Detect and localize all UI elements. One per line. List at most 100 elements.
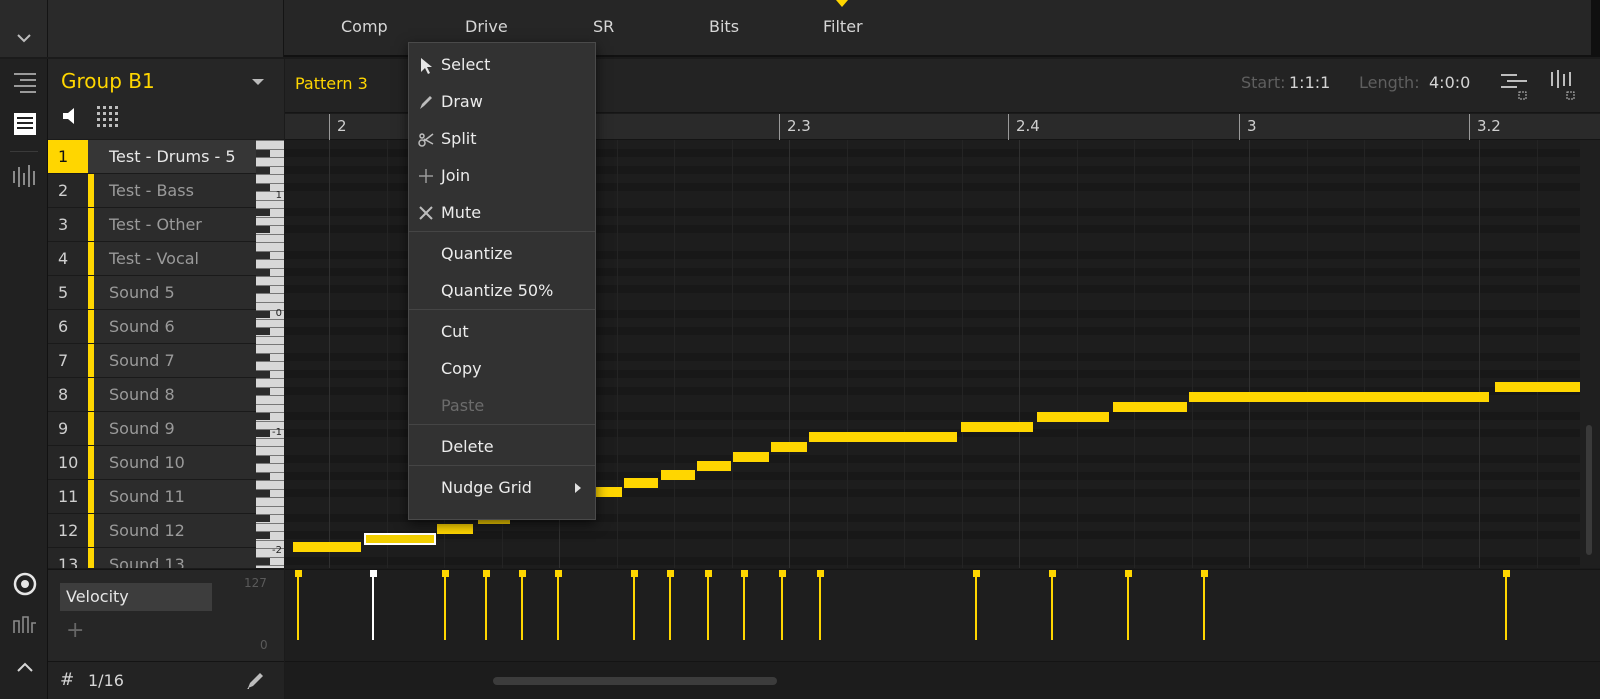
velocity-handle[interactable] — [1503, 570, 1510, 577]
midi-note[interactable] — [1113, 402, 1187, 412]
start-value[interactable]: 1:1:1 — [1289, 73, 1330, 92]
velocity-handle[interactable] — [370, 570, 377, 577]
chevron-down-icon[interactable] — [14, 30, 34, 46]
menu-item-copy[interactable]: Copy — [409, 351, 595, 387]
black-key[interactable] — [256, 209, 270, 216]
chevron-up-icon[interactable] — [12, 655, 38, 681]
sound-row[interactable]: 12 Sound 12 — [48, 514, 256, 548]
velocity-bar[interactable] — [1505, 574, 1507, 640]
tab-comp[interactable]: Comp — [341, 17, 388, 36]
sound-row[interactable]: 11 Sound 11 — [48, 480, 256, 514]
midi-note[interactable] — [624, 478, 658, 488]
midi-note[interactable] — [1037, 412, 1109, 422]
step-sequencer-icon[interactable] — [12, 611, 38, 637]
velocity-handle[interactable] — [779, 570, 786, 577]
midi-note[interactable] — [961, 422, 1033, 432]
menu-item-join[interactable]: Join — [409, 158, 595, 194]
velocity-handle[interactable] — [1049, 570, 1056, 577]
sound-row[interactable]: 6 Sound 6 — [48, 310, 256, 344]
velocity-handle[interactable] — [483, 570, 490, 577]
velocity-bar[interactable] — [1203, 574, 1205, 640]
midi-note[interactable] — [697, 461, 731, 471]
black-key[interactable] — [256, 387, 270, 395]
velocity-lane[interactable] — [285, 569, 1600, 661]
black-key[interactable] — [256, 183, 270, 191]
black-key[interactable] — [256, 532, 270, 539]
tab-filter[interactable]: Filter — [823, 17, 863, 36]
black-key[interactable] — [256, 166, 270, 174]
sound-row[interactable]: 5 Sound 5 — [48, 276, 256, 310]
group-name[interactable]: Group B1 — [61, 69, 155, 93]
menu-item-cut[interactable]: Cut — [409, 314, 595, 350]
velocity-bar[interactable] — [633, 574, 635, 640]
menu-item-split[interactable]: Split — [409, 121, 595, 157]
length-value[interactable]: 4:0:0 — [1429, 73, 1470, 92]
sound-row[interactable]: 1 Test - Drums - 5 — [48, 140, 256, 174]
sound-row[interactable]: 2 Test - Bass — [48, 174, 256, 208]
menu-item-quantize-50[interactable]: Quantize 50% — [409, 273, 595, 309]
midi-note[interactable] — [661, 470, 695, 480]
velocity-handle[interactable] — [555, 570, 562, 577]
horizontal-scroll-thumb[interactable] — [493, 677, 777, 685]
sound-row[interactable]: 9 Sound 9 — [48, 412, 256, 446]
black-key[interactable] — [256, 489, 270, 497]
velocity-bar[interactable] — [1127, 574, 1129, 640]
velocity-bar[interactable] — [669, 574, 671, 640]
menu-item-quantize[interactable]: Quantize — [409, 236, 595, 272]
fit-horizontal-icon[interactable] — [1499, 68, 1529, 100]
velocity-bar[interactable] — [521, 574, 523, 640]
pad-grid-icon[interactable] — [96, 105, 118, 127]
piano-keyboard[interactable]: 1 0 -1 -2 — [256, 140, 284, 568]
velocity-handle[interactable] — [295, 570, 302, 577]
sound-row[interactable]: 8 Sound 8 — [48, 378, 256, 412]
velocity-handle[interactable] — [973, 570, 980, 577]
sound-row[interactable]: 3 Test - Other — [48, 208, 256, 242]
midi-note[interactable] — [809, 432, 957, 442]
velocity-bar[interactable] — [485, 574, 487, 640]
black-key[interactable] — [256, 285, 270, 293]
midi-note[interactable] — [437, 524, 473, 534]
velocity-handle[interactable] — [442, 570, 449, 577]
velocity-bar[interactable] — [372, 574, 374, 640]
black-key[interactable] — [256, 370, 270, 378]
velocity-handle[interactable] — [817, 570, 824, 577]
selected-note[interactable] — [364, 533, 436, 545]
velocity-handle[interactable] — [741, 570, 748, 577]
velocity-bar[interactable] — [743, 574, 745, 640]
velocity-handle[interactable] — [667, 570, 674, 577]
velocity-handle[interactable] — [631, 570, 638, 577]
sound-row[interactable]: 7 Sound 7 — [48, 344, 256, 378]
sound-row[interactable]: 13 Sound 13 — [48, 548, 256, 568]
pattern-name[interactable]: Pattern 3 — [295, 74, 368, 93]
keyboard-view-icon[interactable] — [12, 111, 38, 137]
black-key[interactable] — [256, 328, 270, 335]
midi-note[interactable] — [733, 452, 769, 462]
add-parameter-icon[interactable]: + — [66, 618, 84, 643]
menu-item-select[interactable]: Select — [409, 47, 595, 83]
velocity-handle[interactable] — [705, 570, 712, 577]
velocity-handle[interactable] — [1201, 570, 1208, 577]
vertical-scrollbar[interactable] — [1580, 140, 1600, 568]
black-key[interactable] — [256, 226, 270, 233]
velocity-bar[interactable] — [819, 574, 821, 640]
black-key[interactable] — [256, 149, 270, 157]
tab-drive[interactable]: Drive — [465, 17, 508, 36]
sound-row[interactable]: 10 Sound 10 — [48, 446, 256, 480]
black-key[interactable] — [256, 311, 270, 318]
group-dropdown-arrow-icon[interactable] — [252, 79, 264, 85]
sound-row[interactable]: 4 Test - Vocal — [48, 242, 256, 276]
velocity-bar[interactable] — [1051, 574, 1053, 640]
menu-item-draw[interactable]: Draw — [409, 84, 595, 120]
black-key[interactable] — [256, 413, 270, 420]
black-key[interactable] — [256, 557, 270, 565]
vertical-scroll-thumb[interactable] — [1586, 425, 1592, 555]
black-key[interactable] — [256, 455, 270, 463]
waveform-view-icon[interactable] — [12, 163, 38, 189]
velocity-bar[interactable] — [707, 574, 709, 640]
velocity-bar[interactable] — [781, 574, 783, 640]
fit-vertical-icon[interactable] — [1547, 68, 1577, 100]
black-key[interactable] — [256, 353, 270, 361]
menu-item-mute[interactable]: Mute — [409, 195, 595, 231]
velocity-bar[interactable] — [297, 574, 299, 640]
tab-sr[interactable]: SR — [593, 17, 614, 36]
